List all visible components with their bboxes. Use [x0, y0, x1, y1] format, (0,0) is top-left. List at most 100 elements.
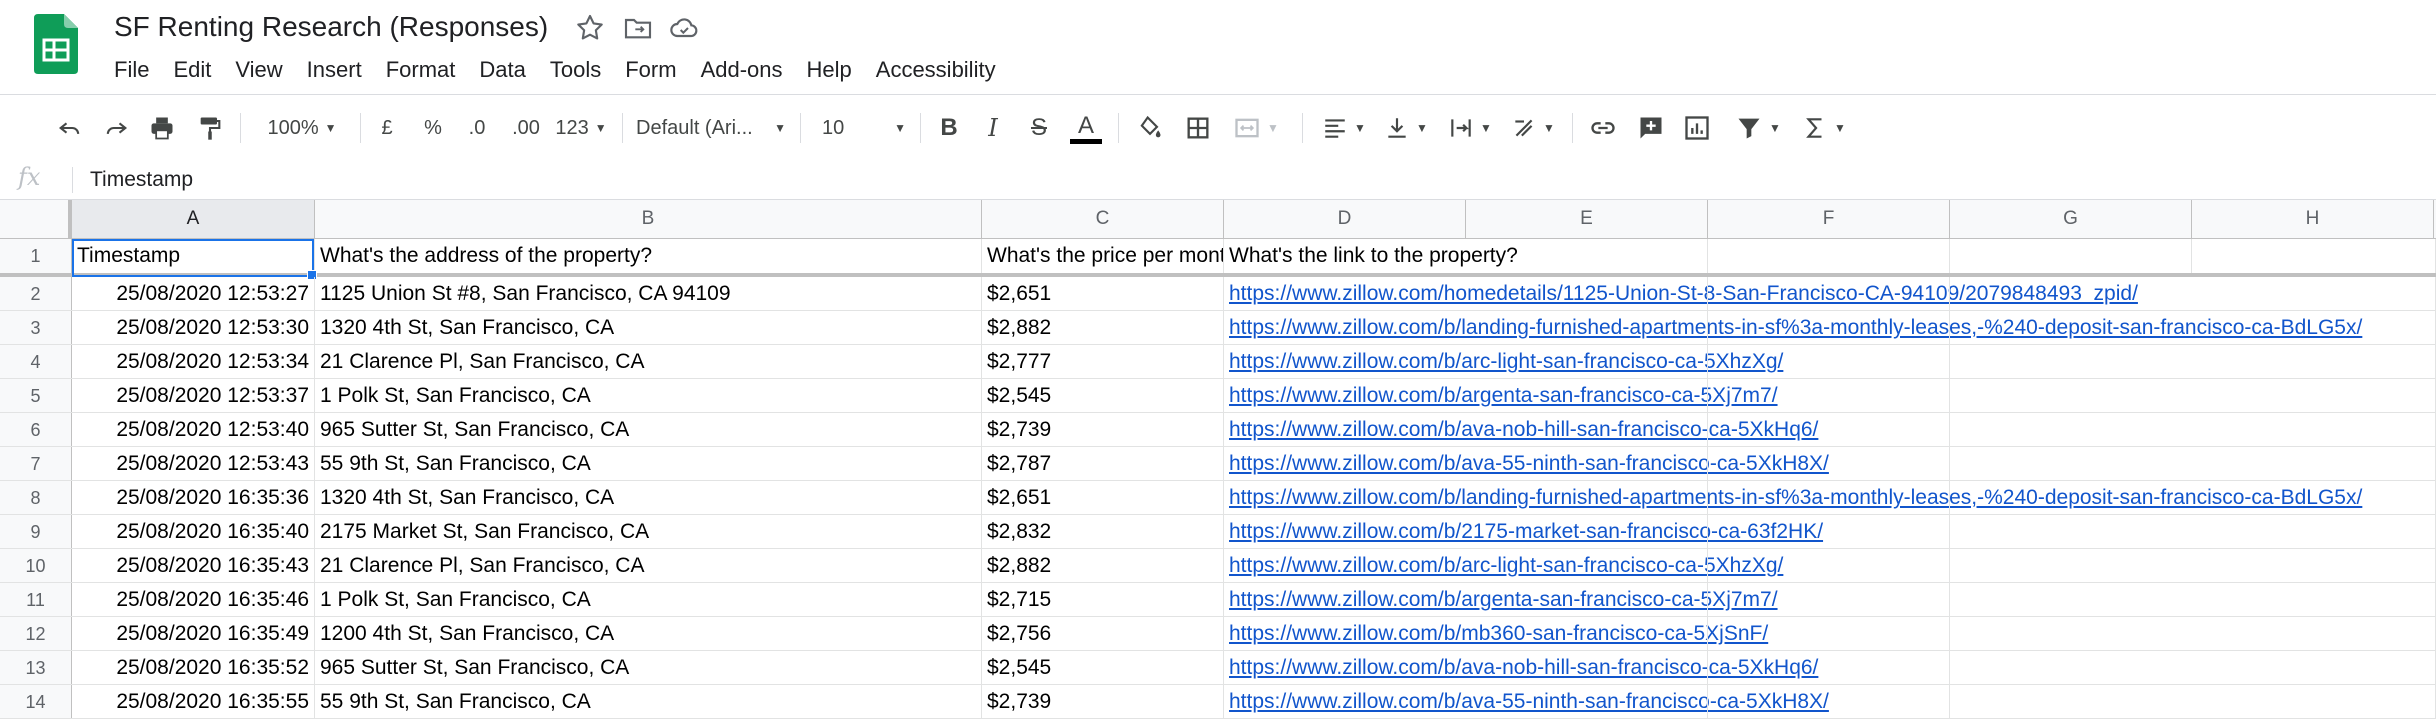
redo-icon[interactable] [96, 106, 136, 150]
row-header[interactable]: 6 [0, 413, 72, 446]
link-cell[interactable]: https://www.zillow.com/b/ava-55-ninth-sa… [1224, 685, 1829, 718]
empty-cell[interactable] [1466, 379, 1708, 412]
empty-cell[interactable] [1950, 481, 2192, 514]
empty-cell[interactable] [1708, 379, 1950, 412]
empty-cell[interactable] [2192, 413, 2436, 446]
price-cell[interactable]: $2,882 [982, 549, 1224, 582]
link-cell[interactable]: https://www.zillow.com/b/arc-light-san-f… [1224, 549, 1783, 582]
price-cell[interactable]: $2,777 [982, 345, 1224, 378]
empty-cell[interactable] [1950, 583, 2192, 616]
empty-cell[interactable] [1708, 239, 1950, 273]
address-cell[interactable]: 21 Clarence Pl, San Francisco, CA [315, 549, 982, 582]
link-cell[interactable]: https://www.zillow.com/homedetails/1125-… [1224, 277, 2138, 310]
address-cell[interactable]: 21 Clarence Pl, San Francisco, CA [315, 345, 982, 378]
empty-cell[interactable] [2192, 379, 2436, 412]
address-cell[interactable]: 2175 Market St, San Francisco, CA [315, 515, 982, 548]
empty-cell[interactable] [1708, 515, 1950, 548]
header-cell[interactable]: What's the price per mont [982, 239, 1224, 273]
address-cell[interactable]: 55 9th St, San Francisco, CA [315, 447, 982, 480]
empty-cell[interactable] [1708, 549, 1950, 582]
empty-cell[interactable] [1708, 277, 1950, 310]
column-header-g[interactable]: G [1950, 200, 2192, 238]
link-cell[interactable]: https://www.zillow.com/b/landing-furnish… [1224, 481, 2362, 514]
cloud-saved-icon[interactable] [668, 12, 700, 44]
timestamp-cell[interactable]: 25/08/2020 16:35:52 [72, 651, 315, 684]
star-icon[interactable] [574, 12, 606, 44]
italic-button[interactable]: I [978, 106, 1008, 150]
menu-file[interactable]: File [102, 52, 161, 84]
timestamp-cell[interactable]: 25/08/2020 12:53:27 [72, 277, 315, 310]
price-cell[interactable]: $2,739 [982, 685, 1224, 718]
move-folder-icon[interactable] [622, 12, 654, 44]
undo-icon[interactable] [50, 106, 90, 150]
price-cell[interactable]: $2,787 [982, 447, 1224, 480]
strikethrough-button[interactable]: S [1024, 106, 1054, 150]
empty-cell[interactable] [1466, 549, 1708, 582]
header-cell[interactable]: What's the link to the property? [1224, 239, 1518, 273]
empty-cell[interactable] [2192, 311, 2436, 344]
document-title[interactable]: SF Renting Research (Responses) [114, 10, 548, 44]
sheets-logo-icon[interactable] [34, 14, 78, 74]
decrease-decimal-button[interactable]: .0 [460, 106, 494, 150]
price-cell[interactable]: $2,832 [982, 515, 1224, 548]
vertical-align-icon[interactable]: ▼ [1380, 106, 1432, 150]
price-cell[interactable]: $2,715 [982, 583, 1224, 616]
empty-cell[interactable] [1466, 447, 1708, 480]
column-header-d[interactable]: D [1224, 200, 1466, 238]
link-cell[interactable]: https://www.zillow.com/b/ava-55-ninth-sa… [1224, 447, 1829, 480]
menu-add-ons[interactable]: Add-ons [689, 52, 795, 84]
row-header[interactable]: 13 [0, 651, 72, 684]
paint-format-icon[interactable] [190, 106, 230, 150]
insert-comment-icon[interactable] [1632, 106, 1670, 150]
more-formats-button[interactable]: 123 ▼ [554, 106, 608, 150]
link-cell[interactable]: https://www.zillow.com/b/argenta-san-fra… [1224, 379, 1778, 412]
empty-cell[interactable] [1708, 311, 1950, 344]
functions-icon[interactable]: ▼ [1798, 106, 1850, 150]
link-cell[interactable]: https://www.zillow.com/b/mb360-san-franc… [1224, 617, 1768, 650]
address-cell[interactable]: 1320 4th St, San Francisco, CA [315, 311, 982, 344]
menu-edit[interactable]: Edit [161, 52, 223, 84]
bold-button[interactable]: B [934, 106, 964, 150]
row-header[interactable]: 8 [0, 481, 72, 514]
empty-cell[interactable] [1950, 685, 2192, 718]
timestamp-cell[interactable]: 25/08/2020 16:35:40 [72, 515, 315, 548]
timestamp-cell[interactable]: 25/08/2020 16:35:36 [72, 481, 315, 514]
empty-cell[interactable] [1708, 413, 1950, 446]
filter-icon[interactable]: ▼ [1726, 106, 1790, 150]
empty-cell[interactable] [1466, 583, 1708, 616]
price-cell[interactable]: $2,545 [982, 651, 1224, 684]
fill-color-icon[interactable] [1130, 106, 1170, 150]
link-cell[interactable]: https://www.zillow.com/b/argenta-san-fra… [1224, 583, 1778, 616]
address-cell[interactable]: 1 Polk St, San Francisco, CA [315, 379, 982, 412]
empty-cell[interactable] [2192, 447, 2436, 480]
menu-format[interactable]: Format [374, 52, 468, 84]
link-cell[interactable]: https://www.zillow.com/b/arc-light-san-f… [1224, 345, 1783, 378]
borders-icon[interactable] [1178, 106, 1218, 150]
empty-cell[interactable] [1950, 345, 2192, 378]
column-header-h[interactable]: H [2192, 200, 2434, 238]
empty-cell[interactable] [1466, 651, 1708, 684]
select-all-corner[interactable] [0, 200, 72, 238]
empty-cell[interactable] [1466, 239, 1708, 273]
empty-cell[interactable] [1466, 481, 1708, 514]
horizontal-align-icon[interactable]: ▼ [1318, 106, 1370, 150]
address-cell[interactable]: 1320 4th St, San Francisco, CA [315, 481, 982, 514]
link-cell[interactable]: https://www.zillow.com/b/ava-nob-hill-sa… [1224, 651, 1818, 684]
empty-cell[interactable] [2192, 685, 2436, 718]
timestamp-cell[interactable]: 25/08/2020 16:35:55 [72, 685, 315, 718]
font-size-select[interactable]: 10 ▼ [822, 106, 906, 150]
empty-cell[interactable] [1950, 617, 2192, 650]
timestamp-cell[interactable]: 25/08/2020 12:53:34 [72, 345, 315, 378]
empty-cell[interactable] [2192, 345, 2436, 378]
address-cell[interactable]: 965 Sutter St, San Francisco, CA [315, 651, 982, 684]
row-header[interactable]: 4 [0, 345, 72, 378]
empty-cell[interactable] [2192, 617, 2436, 650]
empty-cell[interactable] [1466, 515, 1708, 548]
column-header-f[interactable]: F [1708, 200, 1950, 238]
empty-cell[interactable] [1950, 413, 2192, 446]
timestamp-cell[interactable]: 25/08/2020 16:35:46 [72, 583, 315, 616]
price-cell[interactable]: $2,882 [982, 311, 1224, 344]
price-cell[interactable]: $2,545 [982, 379, 1224, 412]
empty-cell[interactable] [2192, 651, 2436, 684]
text-rotation-icon[interactable]: ▼ [1506, 106, 1560, 150]
